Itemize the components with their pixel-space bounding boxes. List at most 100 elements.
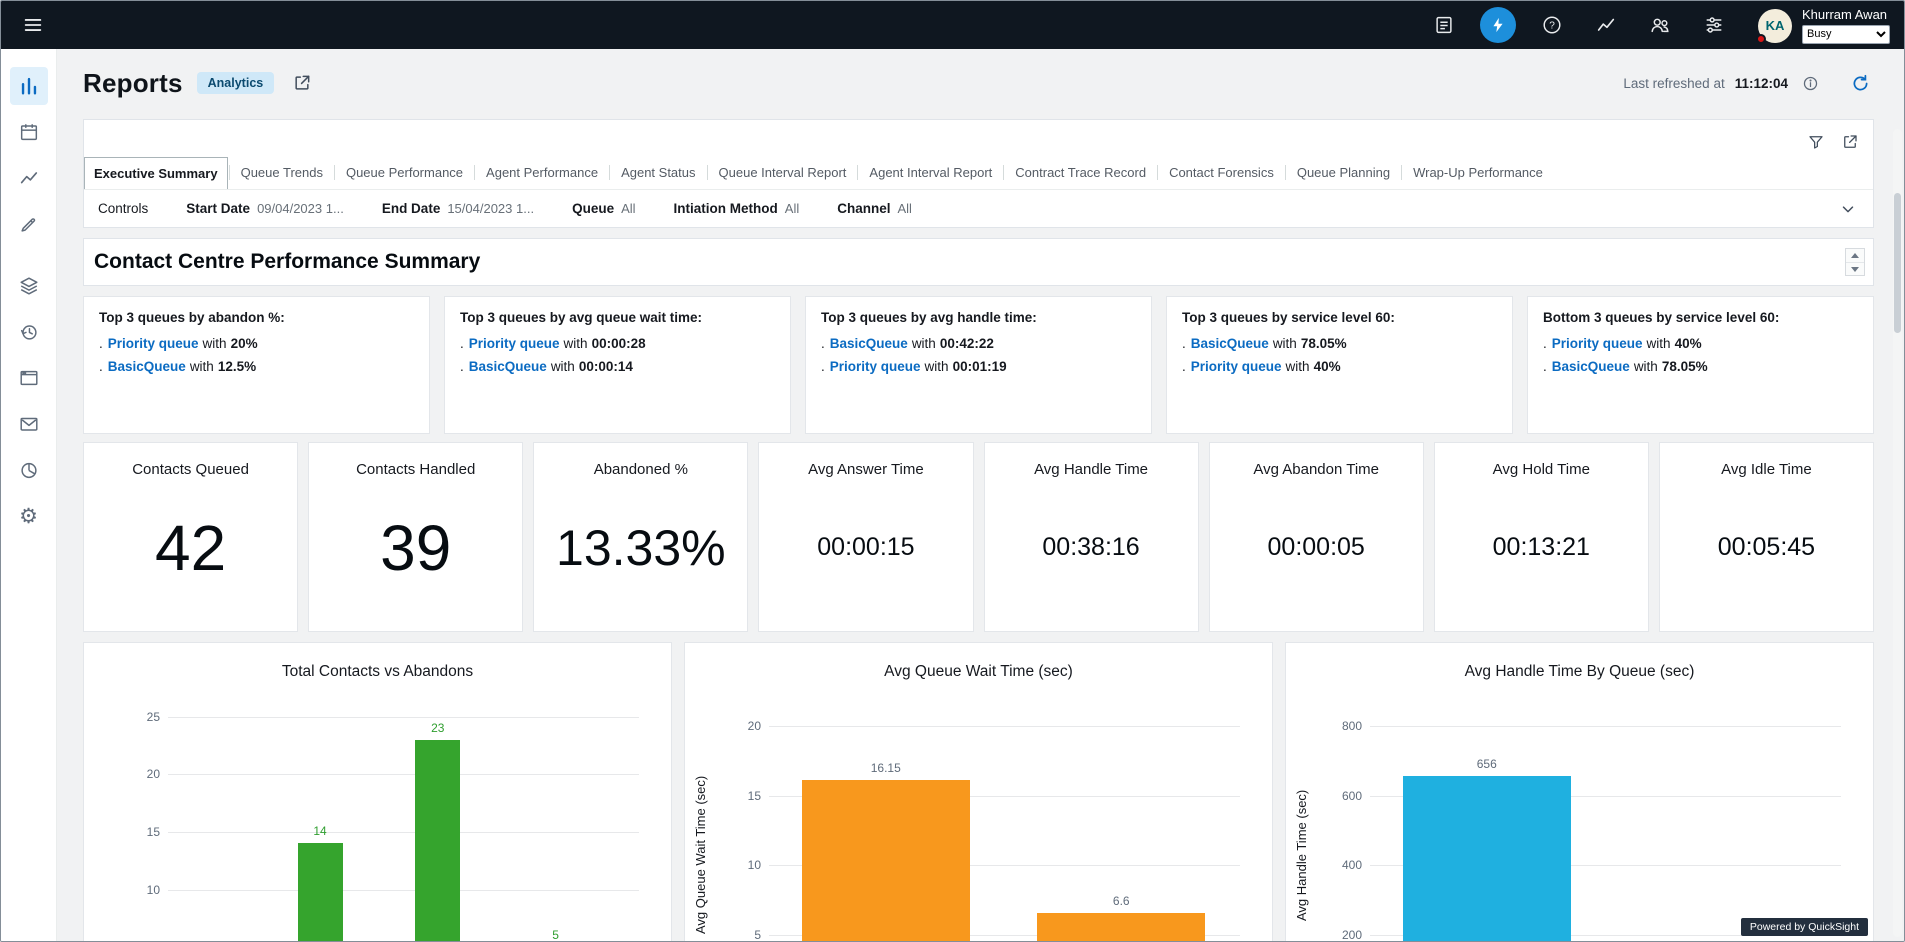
queue-link[interactable]: Priority queue bbox=[1191, 359, 1282, 374]
filter-end-date[interactable]: End Date 15/04/2023 1... bbox=[382, 201, 534, 216]
queue-stat-line: .BasicQueuewith00:42:22 bbox=[821, 336, 1136, 351]
bar-contacts[interactable] bbox=[298, 843, 343, 942]
sidebar-item-layers[interactable] bbox=[10, 267, 48, 305]
sidebar-item-window[interactable] bbox=[10, 359, 48, 397]
queue-stat-line: .Priority queuewith00:01:19 bbox=[821, 359, 1136, 374]
bar-value-label: 5 bbox=[533, 928, 578, 942]
queue-link[interactable]: BasicQueue bbox=[108, 359, 186, 374]
info-icon[interactable] bbox=[1798, 71, 1822, 95]
scroll-down-icon[interactable] bbox=[1846, 262, 1864, 275]
user-block: KA Khurram Awan Busy bbox=[1758, 7, 1890, 44]
refresh-icon[interactable] bbox=[1846, 69, 1874, 97]
lightning-icon[interactable] bbox=[1480, 7, 1516, 43]
bar-value-label: 656 bbox=[1403, 757, 1571, 771]
summary-header: Contact Centre Performance Summary bbox=[83, 238, 1874, 286]
queue-link[interactable]: Priority queue bbox=[830, 359, 921, 374]
users-icon[interactable] bbox=[1642, 7, 1678, 43]
bar-contacts[interactable] bbox=[415, 740, 460, 942]
chart-plot: 5101520254142353 bbox=[168, 705, 639, 942]
queue-link[interactable]: BasicQueue bbox=[1552, 359, 1630, 374]
sidebar-item-pie-chart[interactable] bbox=[10, 451, 48, 489]
filter-channel[interactable]: Channel All bbox=[837, 201, 912, 216]
tab-contract-trace-record[interactable]: Contract Trace Record bbox=[1005, 156, 1156, 189]
chart-title: Total Contacts vs Abandons bbox=[84, 663, 671, 681]
vertical-scrollbar bbox=[1893, 129, 1902, 937]
quicksight-badge: Powered by QuickSight bbox=[1741, 918, 1868, 936]
sidebar-item-calendar[interactable] bbox=[10, 113, 48, 151]
scrollbar-thumb[interactable] bbox=[1894, 193, 1901, 333]
scroll-spinner bbox=[1845, 248, 1865, 276]
external-link-icon[interactable] bbox=[288, 69, 316, 97]
gridline bbox=[168, 717, 639, 718]
tab-separator bbox=[334, 165, 335, 180]
sidebar-item-line-chart[interactable] bbox=[10, 159, 48, 197]
queue-link[interactable]: BasicQueue bbox=[830, 336, 908, 351]
kpi-value: 00:00:05 bbox=[1268, 478, 1365, 631]
queue-link[interactable]: BasicQueue bbox=[469, 359, 547, 374]
queue-link[interactable]: Priority queue bbox=[469, 336, 560, 351]
tab-separator bbox=[1003, 165, 1004, 180]
filter-queue[interactable]: Queue All bbox=[572, 201, 635, 216]
kpi-value: 00:00:15 bbox=[817, 478, 914, 631]
notes-icon[interactable] bbox=[1426, 7, 1462, 43]
metrics-chart-icon[interactable] bbox=[1588, 7, 1624, 43]
sidebar-item-settings[interactable]: ⚙ bbox=[10, 497, 48, 535]
bar-avg-queue-wait-time[interactable] bbox=[802, 780, 970, 942]
bar-avg-handle-time[interactable] bbox=[1403, 776, 1571, 942]
kpi-row: Contacts Queued 42 Contacts Handled 39 A… bbox=[83, 442, 1874, 632]
sidebar-item-history[interactable] bbox=[10, 313, 48, 351]
gridline bbox=[168, 832, 639, 833]
bar-value-label: 16.15 bbox=[802, 761, 970, 775]
tab-wrap-up-performance[interactable]: Wrap-Up Performance bbox=[1403, 156, 1553, 189]
tab-queue-performance[interactable]: Queue Performance bbox=[336, 156, 473, 189]
chart-title: Avg Queue Wait Time (sec) bbox=[685, 663, 1272, 681]
sidebar-item-mail[interactable] bbox=[10, 405, 48, 443]
queue-stat-line: .Priority queuewith40% bbox=[1543, 336, 1858, 351]
y-tick-label: 15 bbox=[122, 825, 160, 839]
tab-queue-trends[interactable]: Queue Trends bbox=[231, 156, 333, 189]
tab-contact-forensics[interactable]: Contact Forensics bbox=[1159, 156, 1284, 189]
tab-queue-interval-report[interactable]: Queue Interval Report bbox=[709, 156, 857, 189]
filter-icon[interactable] bbox=[1803, 129, 1829, 155]
chart-title: Avg Handle Time By Queue (sec) bbox=[1286, 663, 1873, 681]
sidebar-item-pen[interactable] bbox=[10, 205, 48, 243]
bar-value-label: 14 bbox=[298, 824, 343, 838]
help-icon[interactable]: ? bbox=[1534, 7, 1570, 43]
user-name: Khurram Awan bbox=[1802, 7, 1887, 22]
y-axis-label: Avg Queue Wait Time (sec) bbox=[693, 705, 708, 942]
sidebar-item-reports[interactable] bbox=[10, 67, 48, 105]
queue-link[interactable]: Priority queue bbox=[1552, 336, 1643, 351]
chart-plot: 200400600800656 bbox=[1370, 705, 1841, 942]
kpi-contacts-handled: Contacts Handled 39 bbox=[308, 442, 523, 632]
tab-executive-summary[interactable]: Executive Summary bbox=[84, 157, 228, 190]
scroll-up-icon[interactable] bbox=[1846, 249, 1864, 262]
chevron-down-icon[interactable] bbox=[1835, 196, 1861, 222]
tab-agent-interval-report[interactable]: Agent Interval Report bbox=[859, 156, 1002, 189]
busy-status-dot bbox=[1756, 34, 1766, 44]
bar-value-label: 6.6 bbox=[1037, 894, 1205, 908]
bar-avg-queue-wait-time[interactable] bbox=[1037, 913, 1205, 942]
queue-link[interactable]: BasicQueue bbox=[1191, 336, 1269, 351]
tab-agent-performance[interactable]: Agent Performance bbox=[476, 156, 608, 189]
filter-initiation-method[interactable]: Intiation Method All bbox=[674, 201, 800, 216]
filter-start-date[interactable]: Start Date 09/04/2023 1... bbox=[186, 201, 344, 216]
avatar[interactable]: KA bbox=[1758, 9, 1792, 43]
avatar-initials: KA bbox=[1766, 18, 1785, 33]
queue-stat-line: .BasicQueuewith12.5% bbox=[99, 359, 414, 374]
gridline bbox=[168, 890, 639, 891]
sliders-icon[interactable] bbox=[1696, 7, 1732, 43]
card-top-service-level: Top 3 queues by service level 60: .Basic… bbox=[1166, 296, 1513, 434]
report-panel: Executive Summary Queue Trends Queue Per… bbox=[83, 119, 1874, 228]
y-tick-label: 400 bbox=[1324, 858, 1362, 872]
tab-separator bbox=[1285, 165, 1286, 180]
tab-agent-status[interactable]: Agent Status bbox=[611, 156, 705, 189]
queue-stat-line: .BasicQueuewith00:00:14 bbox=[460, 359, 775, 374]
kpi-contacts-queued: Contacts Queued 42 bbox=[83, 442, 298, 632]
menu-icon[interactable] bbox=[15, 7, 51, 43]
y-tick-label: 25 bbox=[122, 710, 160, 724]
expand-icon[interactable] bbox=[1837, 129, 1863, 155]
topbar-actions: ? KA Khurram Awan Busy bbox=[1426, 7, 1890, 44]
tab-queue-planning[interactable]: Queue Planning bbox=[1287, 156, 1400, 189]
queue-link[interactable]: Priority queue bbox=[108, 336, 199, 351]
status-select[interactable]: Busy bbox=[1802, 25, 1890, 44]
